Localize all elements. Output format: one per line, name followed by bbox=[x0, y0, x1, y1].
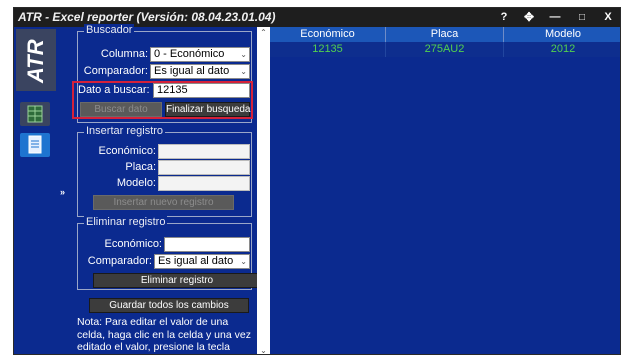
excel-sheet-glyph bbox=[27, 105, 43, 123]
document-glyph bbox=[28, 135, 42, 154]
insertar-modelo-label: Modelo: bbox=[116, 177, 156, 189]
chevron-down-icon: ⌄ bbox=[240, 67, 247, 76]
eliminar-button[interactable]: Eliminar registro bbox=[93, 273, 261, 288]
comparador-label: Comparador: bbox=[83, 65, 148, 77]
maximize-button[interactable]: □ bbox=[571, 9, 593, 26]
columna-label: Columna: bbox=[100, 48, 148, 60]
column-header-placa[interactable]: Placa bbox=[386, 27, 504, 42]
columna-select[interactable]: 0 - Económico ⌄ bbox=[150, 47, 250, 62]
data-grid: Económico Placa Modelo 12135 275AU2 2012 bbox=[270, 27, 620, 354]
eliminar-comparador-label: Comparador: bbox=[87, 255, 152, 267]
window-title: ATR - Excel reporter (Versión: 08.04.23.… bbox=[18, 10, 276, 24]
insertar-button[interactable]: Insertar nuevo registro bbox=[93, 195, 234, 210]
buscador-title: Buscador bbox=[84, 24, 135, 36]
move-icon[interactable]: ✥ bbox=[518, 9, 540, 26]
insertar-economico-input[interactable] bbox=[158, 144, 250, 159]
table-row[interactable]: 12135 275AU2 2012 bbox=[270, 42, 620, 57]
chevron-down-icon: ⌄ bbox=[240, 257, 247, 266]
sidebar: ATR bbox=[14, 27, 58, 354]
double-chevron-icon: » bbox=[60, 187, 66, 197]
chevron-down-icon: ⌄ bbox=[240, 50, 247, 59]
eliminar-comparador-value: Es igual al dato bbox=[158, 255, 234, 267]
scroll-down-icon[interactable]: ⌄ bbox=[257, 345, 270, 354]
eliminar-comparador-select[interactable]: Es igual al dato ⌄ bbox=[154, 254, 250, 269]
scroll-up-icon[interactable]: ⌃ bbox=[257, 27, 270, 38]
logo-text: ATR bbox=[23, 39, 48, 83]
control-panel: Buscador Columna: 0 - Económico ⌄ Compar… bbox=[72, 24, 261, 354]
grid-header: Económico Placa Modelo bbox=[270, 27, 620, 42]
cell-placa[interactable]: 275AU2 bbox=[386, 42, 504, 57]
minimize-button[interactable]: — bbox=[544, 9, 566, 26]
panel-toggle[interactable]: » bbox=[58, 27, 72, 354]
eliminar-title: Eliminar registro bbox=[84, 216, 168, 228]
app-window: ATR - Excel reporter (Versión: 08.04.23.… bbox=[13, 7, 621, 355]
comparador-select[interactable]: Es igual al dato ⌄ bbox=[150, 64, 250, 79]
excel-sheet-icon[interactable] bbox=[20, 102, 50, 126]
insertar-title: Insertar registro bbox=[84, 125, 166, 137]
help-button[interactable]: ? bbox=[493, 9, 515, 26]
cell-economico[interactable]: 12135 bbox=[270, 42, 386, 57]
document-icon[interactable] bbox=[20, 133, 50, 157]
close-button[interactable]: X bbox=[597, 9, 619, 26]
guardar-button[interactable]: Guardar todos los cambios bbox=[89, 298, 249, 313]
column-header-modelo[interactable]: Modelo bbox=[504, 27, 620, 42]
insertar-economico-label: Económico: bbox=[98, 145, 156, 157]
help-note: Nota: Para editar el valor de una celda,… bbox=[77, 316, 251, 354]
columna-value: 0 - Económico bbox=[154, 48, 225, 60]
column-header-economico[interactable]: Económico bbox=[270, 27, 386, 42]
comparador-value: Es igual al dato bbox=[154, 65, 230, 77]
logo: ATR bbox=[16, 29, 56, 91]
insertar-placa-label: Placa: bbox=[125, 161, 156, 173]
panel-scrollbar[interactable]: ⌃ ⌄ bbox=[257, 27, 270, 354]
cell-modelo[interactable]: 2012 bbox=[504, 42, 620, 57]
eliminar-economico-input[interactable] bbox=[164, 237, 250, 252]
search-highlight bbox=[72, 81, 253, 119]
insertar-modelo-input[interactable] bbox=[158, 176, 250, 191]
insertar-placa-input[interactable] bbox=[158, 160, 250, 175]
eliminar-economico-label: Económico: bbox=[104, 238, 162, 250]
